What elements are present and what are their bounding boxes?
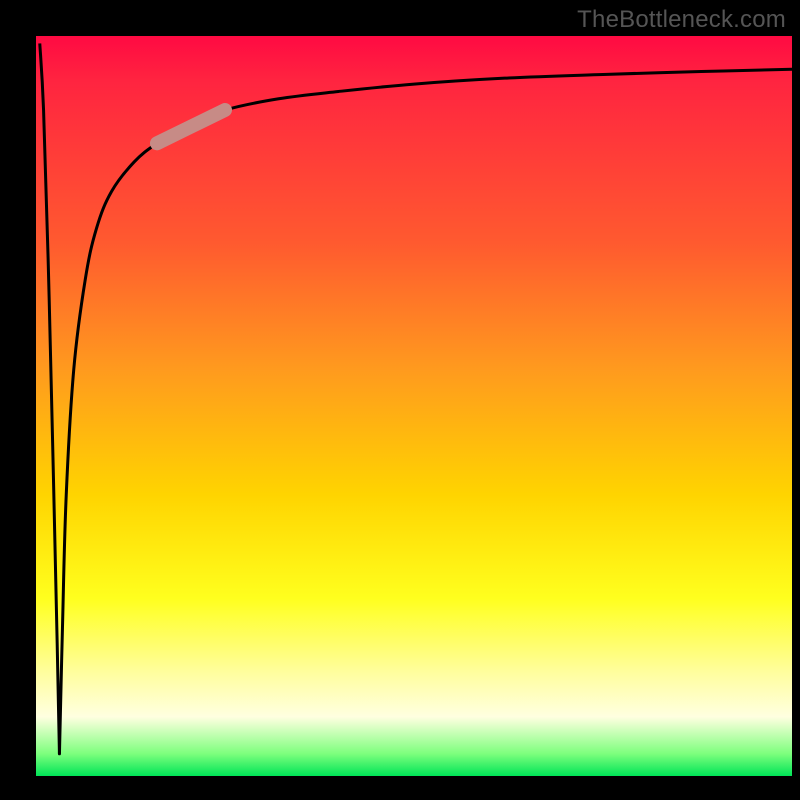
- watermark-label: TheBottleneck.com: [577, 6, 786, 34]
- series-marker-segment: [157, 110, 225, 143]
- chart-curves: [36, 36, 792, 776]
- chart-frame: TheBottleneck.com: [0, 0, 800, 800]
- series-dip-branch: [40, 43, 60, 753]
- series-rise-branch: [59, 69, 792, 754]
